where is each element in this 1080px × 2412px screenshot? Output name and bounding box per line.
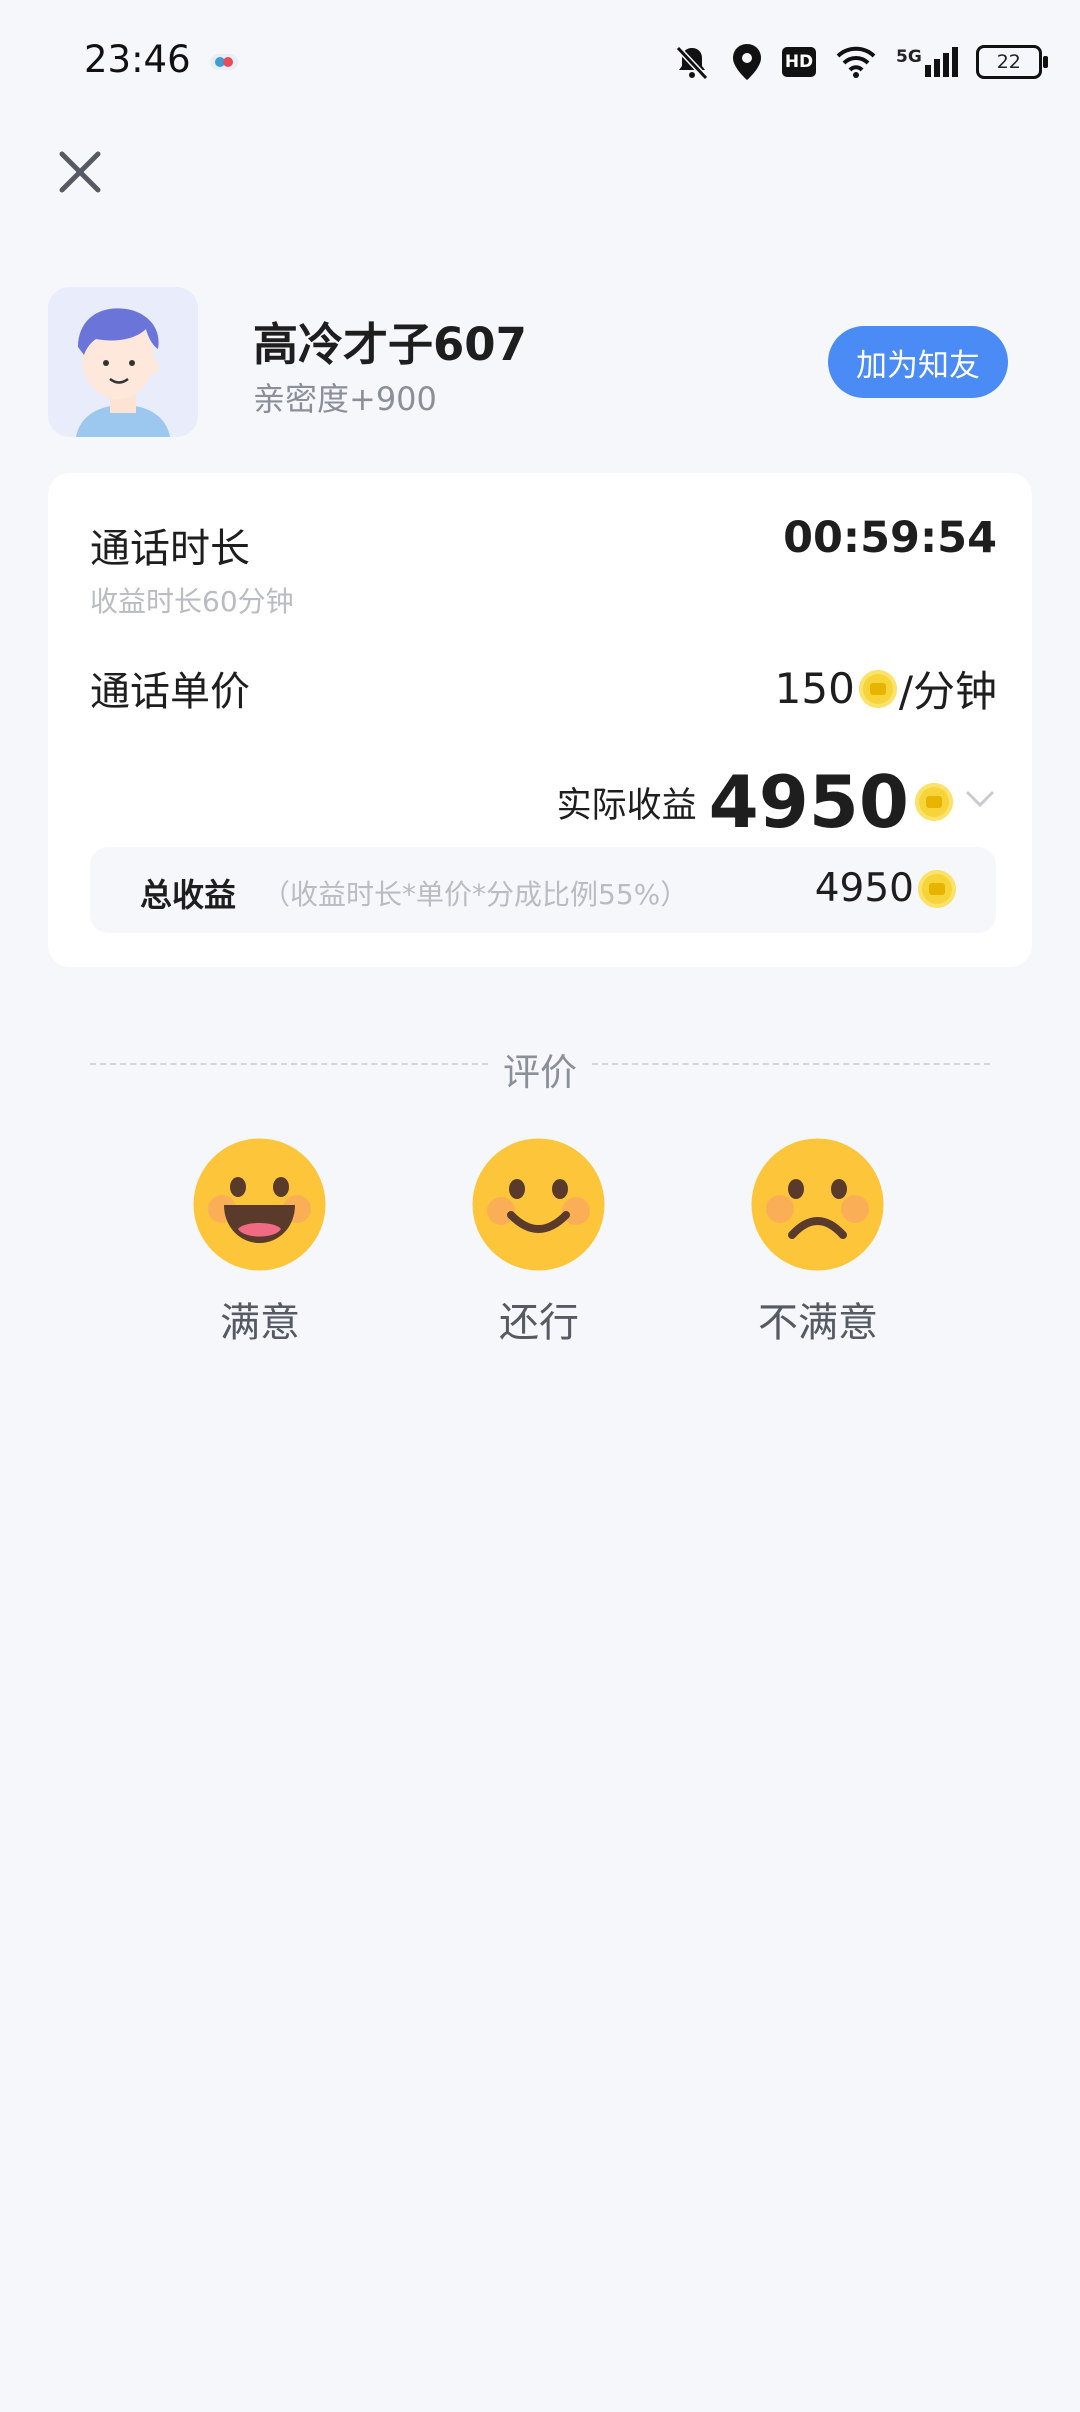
- total-earnings-formula: （收益时长*单价*分成比例55%）: [262, 878, 689, 911]
- add-friend-button[interactable]: 加为知友: [828, 326, 1008, 398]
- network-type: 5G: [896, 47, 922, 67]
- rating-unsatisfied[interactable]: [750, 1137, 885, 1276]
- cellular-signal-icon: 5G: [896, 47, 958, 77]
- actual-earnings-row[interactable]: 实际收益 4950: [557, 760, 953, 844]
- mute-bell-icon: [675, 45, 709, 81]
- actual-earnings-label: 实际收益: [556, 785, 697, 826]
- call-duration-value: 00:59:54: [783, 513, 997, 563]
- grinning-face-icon: [193, 1138, 326, 1271]
- rating-label-unsatisfied: 不满意: [758, 1300, 878, 1346]
- paid-duration-note: 收益时长60分钟: [90, 585, 294, 618]
- avatar[interactable]: [48, 287, 198, 437]
- rating-title: 评价: [503, 1051, 577, 1094]
- rating-satisfied[interactable]: [192, 1137, 327, 1276]
- close-icon[interactable]: [52, 144, 108, 200]
- price-amount: 150: [774, 664, 855, 713]
- coin-icon: [858, 669, 897, 708]
- status-time: 23:46: [84, 38, 191, 81]
- actual-earnings-value: 4950: [708, 760, 909, 844]
- rating-label-satisfied: 满意: [220, 1300, 300, 1346]
- user-name: 高冷才子607: [253, 318, 527, 371]
- call-duration-label: 通话时长: [90, 526, 250, 572]
- coin-icon: [915, 783, 953, 821]
- call-price-label: 通话单价: [90, 669, 250, 715]
- smiling-face-icon: [472, 1138, 605, 1271]
- chevron-down-icon[interactable]: [963, 782, 997, 816]
- price-unit: /分钟: [898, 667, 997, 716]
- user-avatar-illustration: [48, 287, 198, 437]
- status-icons: HD 5G 22: [672, 38, 1048, 86]
- battery-icon: 22: [975, 45, 1048, 79]
- coin-icon: [918, 869, 956, 908]
- status-bar: 23:46 HD 5G 22: [0, 0, 1080, 125]
- location-icon: [733, 44, 761, 80]
- wifi-icon: [836, 46, 876, 78]
- call-price-value: 150 /分钟: [775, 658, 997, 719]
- rating-okay[interactable]: [471, 1137, 606, 1276]
- battery-level: 22: [996, 51, 1021, 73]
- rating-label-okay: 还行: [499, 1300, 579, 1346]
- total-earnings-value: 4950: [815, 866, 956, 911]
- total-earnings-label: 总收益: [140, 876, 237, 914]
- intimacy-label: 亲密度+900: [253, 380, 437, 418]
- app-notification-icon: [210, 54, 238, 70]
- hd-icon: HD: [782, 47, 816, 77]
- frowning-face-icon: [751, 1138, 884, 1271]
- total-amount: 4950: [814, 866, 914, 911]
